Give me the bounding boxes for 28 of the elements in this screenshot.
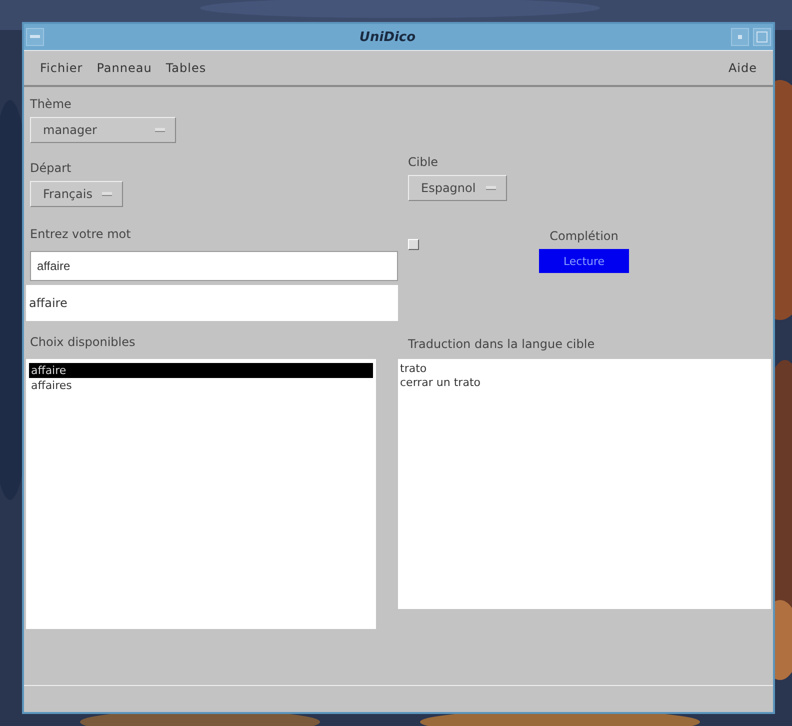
- completion-label: Complétion: [550, 229, 618, 243]
- translation-label: Traduction dans la langue cible: [407, 336, 596, 353]
- source-dropdown[interactable]: Français: [30, 181, 124, 207]
- maximize-button[interactable]: [753, 28, 771, 46]
- minimize-button[interactable]: [731, 28, 749, 46]
- theme-label: Thème: [29, 96, 72, 113]
- source-label: Départ: [29, 160, 72, 177]
- menu-item[interactable]: Fichier: [40, 61, 83, 75]
- completion-toggle[interactable]: [408, 239, 419, 250]
- entry-label: Entrez votre mot: [29, 226, 132, 243]
- word-input[interactable]: affaire: [30, 251, 398, 281]
- target-label: Cible: [407, 154, 440, 171]
- choices-label: Choix disponibles: [29, 334, 136, 351]
- menu-item[interactable]: Aide: [728, 61, 757, 75]
- window-title: UniDico: [358, 30, 417, 44]
- theme-dropdown[interactable]: manager: [30, 117, 176, 143]
- window-menu-button[interactable]: [26, 28, 44, 46]
- target-dropdown[interactable]: Espagnol: [408, 175, 507, 201]
- read-button[interactable]: Lecture: [539, 249, 629, 273]
- square-icon: [756, 31, 768, 43]
- list-item[interactable]: affaires: [29, 378, 373, 393]
- menu-item[interactable]: Panneau: [96, 61, 152, 75]
- menu-item[interactable]: Tables: [166, 61, 206, 75]
- completion-field[interactable]: affaire: [26, 285, 398, 321]
- dash-icon: [30, 35, 40, 39]
- translation-line: trato: [400, 362, 428, 376]
- list-item[interactable]: affaire: [29, 363, 373, 378]
- translation-line: cerrar un trato: [400, 376, 482, 390]
